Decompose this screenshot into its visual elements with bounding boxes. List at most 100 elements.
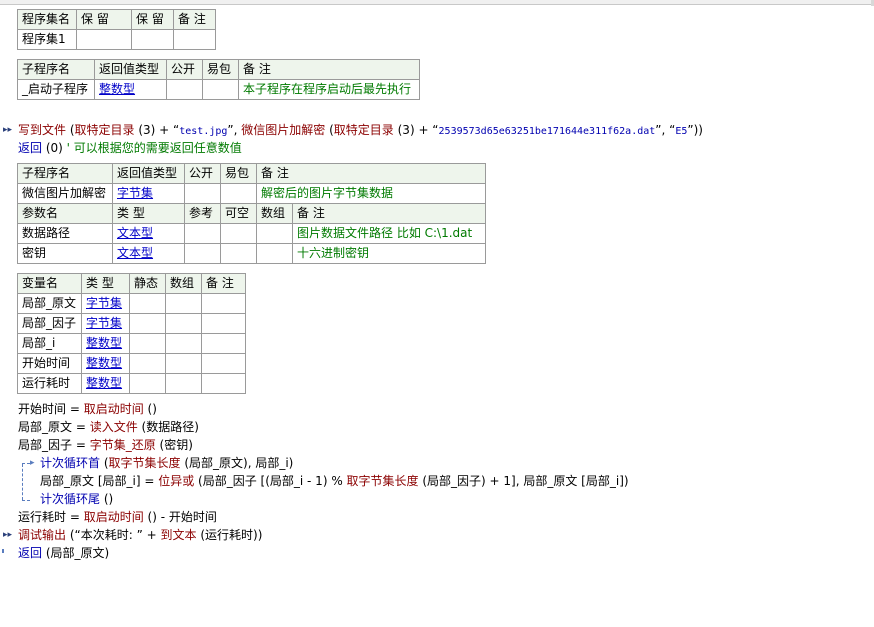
decrypt-header-public: 公开 [184,163,221,184]
locals-header-static: 静态 [129,273,166,294]
local-var-array-cell[interactable] [165,373,202,394]
local-var-static-cell[interactable] [129,373,166,394]
param-row[interactable]: 数据路径 文本型 图片数据文件路径 比如 C:\1.dat [17,223,487,244]
assembly-header-reserved-1: 保 留 [76,9,132,30]
local-var-type-cell[interactable]: 字节集 [81,313,130,334]
code-line-return-0[interactable]: 返回 (0) ' 可以根据您的需要返回任意数值 [18,140,242,156]
local-var-static-cell[interactable] [129,333,166,354]
param-header-type: 类 型 [112,203,185,224]
param-header-row: 参数名 类 型 参考 可空 数组 备 注 [17,203,487,224]
assembly-row[interactable]: 程序集1 [17,29,216,50]
decrypt-header-subname: 子程序名 [17,163,113,184]
local-var-name-cell[interactable]: 局部_因子 [17,313,82,334]
code-line-xor[interactable]: 局部_原文 [局部_i] = 位异或 (局部_因子 [(局部_i - 1) % … [40,473,629,489]
assembly-header-row: 程序集名 保 留 保 留 备 注 [17,9,216,30]
local-var-note-cell[interactable] [201,373,246,394]
startup-public-cell[interactable] [166,79,203,100]
local-var-type-cell[interactable]: 整数型 [81,373,130,394]
param-name-cell[interactable]: 密钥 [17,243,113,264]
assembly-name-cell[interactable]: 程序集1 [17,29,77,50]
code-line-elapsed[interactable]: 运行耗时 = 取启动时间 () - 开始时间 [18,509,217,525]
loop-arrow-icon: ▸ [30,458,35,468]
startup-header-public: 公开 [166,59,203,80]
code-line-write-file[interactable]: 写到文件 (取特定目录 (3) + “test.jpg”, 微信图片加解密 (取… [18,122,703,140]
local-var-row[interactable]: 局部_i 整数型 [17,333,246,354]
locals-header-note: 备 注 [201,273,246,294]
local-var-row[interactable]: 运行耗时 整数型 [17,373,246,394]
code-line-loop-end[interactable]: 计次循环尾 () [40,491,113,507]
local-var-static-cell[interactable] [129,313,166,334]
param-array-cell[interactable] [256,223,293,244]
startup-header-epackage: 易包 [202,59,239,80]
locals-header-row: 变量名 类 型 静态 数组 备 注 [17,273,246,294]
param-reference-cell[interactable] [184,223,221,244]
local-var-array-cell[interactable] [165,313,202,334]
code-line-start-time[interactable]: 开始时间 = 取启动时间 () [18,401,157,417]
startup-note-cell[interactable]: 本子程序在程序启动后最先执行 [238,79,420,100]
decrypt-sub-row[interactable]: 微信图片加解密 字节集 解密后的图片字节集数据 [17,183,487,204]
local-var-type-cell[interactable]: 字节集 [81,293,130,314]
assembly-reserved-1-cell[interactable] [76,29,132,50]
param-array-cell[interactable] [256,243,293,264]
decrypt-return-type-cell[interactable]: 字节集 [112,183,185,204]
local-var-name-cell[interactable]: 开始时间 [17,353,82,374]
param-note-cell[interactable]: 图片数据文件路径 比如 C:\1.dat [291,223,487,244]
local-var-type-cell[interactable]: 整数型 [81,333,130,354]
param-reference-cell[interactable] [184,243,221,264]
local-var-note-cell[interactable] [201,353,246,374]
local-var-name-cell[interactable]: 运行耗时 [17,373,82,394]
local-var-note-cell[interactable] [201,333,246,354]
param-nullable-cell[interactable] [220,243,257,264]
param-nullable-cell[interactable] [220,223,257,244]
local-var-static-cell[interactable] [129,293,166,314]
startup-sub-name-cell[interactable]: _启动子程序 [17,79,95,100]
param-header-array: 数组 [256,203,293,224]
code-line-restore-key[interactable]: 局部_因子 = 字节集_还原 (密钥) [18,437,193,453]
assembly-header-name: 程序集名 [17,9,77,30]
local-var-row[interactable]: 局部_因子 字节集 [17,313,246,334]
decrypt-epackage-cell[interactable] [220,183,257,204]
decrypt-header-epackage: 易包 [220,163,257,184]
code-line-loop-start[interactable]: 计次循环首 (取字节集长度 (局部_原文), 局部_i) [40,455,293,471]
local-var-row[interactable]: 局部_原文 字节集 [17,293,246,314]
param-row[interactable]: 密钥 文本型 十六进制密钥 [17,243,487,264]
loop-bottom-hook [22,500,30,501]
param-header-reference: 参考 [184,203,221,224]
local-var-name-cell[interactable]: 局部_原文 [17,293,82,314]
local-var-name-cell[interactable]: 局部_i [17,333,82,354]
local-var-type-cell[interactable]: 整数型 [81,353,130,374]
loop-bracket [22,464,23,500]
line-marker-icon: ▸▸ [3,125,13,135]
local-var-note-cell[interactable] [201,313,246,334]
param-header-name: 参数名 [17,203,113,224]
code-line-debug-output[interactable]: 调试输出 (“本次耗时: ” + 到文本 (运行耗时)) [18,527,262,543]
code-line-return-result[interactable]: 返回 (局部_原文) [18,545,109,561]
assembly-reserved-2-cell[interactable] [131,29,174,50]
startup-return-type-cell[interactable]: 整数型 [94,79,167,100]
param-type-cell[interactable]: 文本型 [112,223,185,244]
param-name-cell[interactable]: 数据路径 [17,223,113,244]
assembly-header-note: 备 注 [173,9,216,30]
param-note-cell[interactable]: 十六进制密钥 [291,243,487,264]
param-type-cell[interactable]: 文本型 [112,243,185,264]
startup-sub-row[interactable]: _启动子程序 整数型 本子程序在程序启动后最先执行 [17,79,420,100]
local-var-array-cell[interactable] [165,353,202,374]
startup-header-subname: 子程序名 [17,59,95,80]
locals-header-array: 数组 [165,273,202,294]
decrypt-public-cell[interactable] [184,183,221,204]
local-var-row[interactable]: 开始时间 整数型 [17,353,246,374]
decrypt-note-cell[interactable]: 解密后的图片字节集数据 [255,183,487,204]
local-var-array-cell[interactable] [165,333,202,354]
param-header-nullable: 可空 [220,203,257,224]
local-var-array-cell[interactable] [165,293,202,314]
local-var-note-cell[interactable] [201,293,246,314]
startup-epackage-cell[interactable] [202,79,239,100]
assembly-note-cell[interactable] [173,29,216,50]
loop-top-hook [22,463,30,464]
locals-table: 变量名 类 型 静态 数组 备 注 局部_原文 字节集 局部_因子 字节集 局部… [17,273,246,394]
code-line-read-file[interactable]: 局部_原文 = 读入文件 (数据路径) [18,419,199,435]
breakpoint-bar[interactable] [2,549,4,553]
local-var-static-cell[interactable] [129,353,166,374]
decrypt-sub-name-cell[interactable]: 微信图片加解密 [17,183,113,204]
decrypt-header-note: 备 注 [255,163,487,184]
